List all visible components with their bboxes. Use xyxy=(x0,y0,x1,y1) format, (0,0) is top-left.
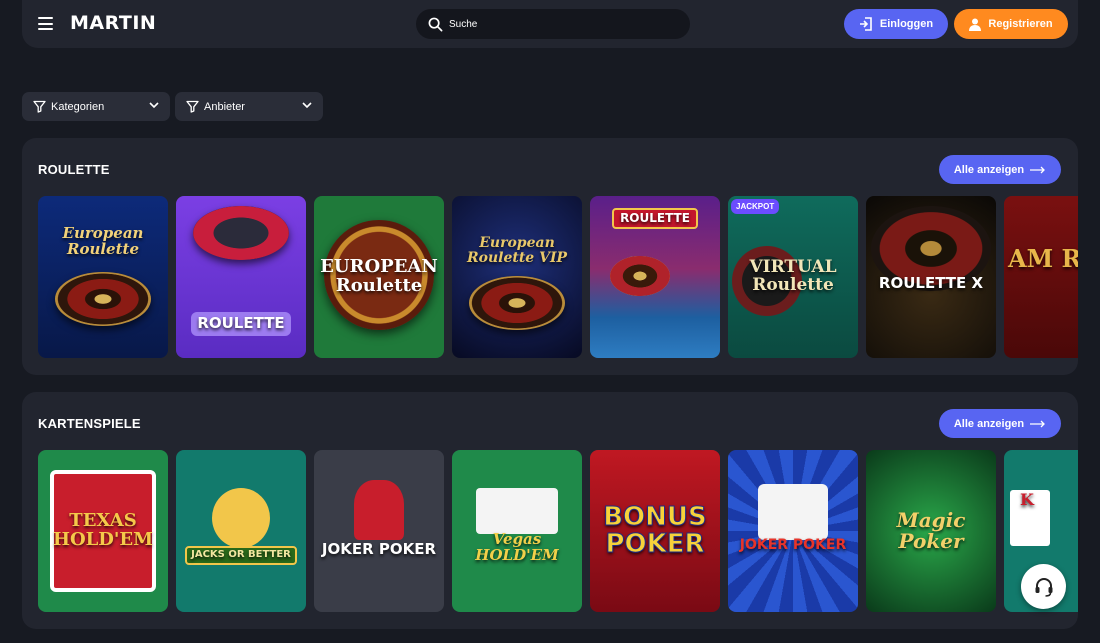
game-tile[interactable]: ROULETTE X xyxy=(866,196,996,358)
game-title: Magic Poker xyxy=(896,508,966,553)
logo-text: MARTIN xyxy=(70,12,157,34)
register-button[interactable]: Registrieren xyxy=(954,9,1068,39)
game-tile[interactable]: Vegas HOLD'EM xyxy=(452,450,582,612)
site-logo[interactable]: MARTIN xyxy=(70,12,156,34)
section-title: ROULETTE xyxy=(38,162,110,177)
game-title: TEXAS HOLD'EM xyxy=(52,510,154,550)
filter-icon xyxy=(186,100,199,113)
show-all-label: Alle anzeigen xyxy=(953,163,1025,176)
game-title: ROULETTE xyxy=(191,312,291,336)
game-title: JOKER POKER xyxy=(739,537,847,553)
game-tile[interactable]: JACKS OR BETTER xyxy=(176,450,306,612)
headset-icon xyxy=(1035,577,1052,597)
game-title: BONUS POKER xyxy=(603,501,708,559)
arrow-right-icon xyxy=(1030,420,1046,427)
filter-categories-label: Kategorien xyxy=(51,100,105,113)
show-all-label: Alle anzeigen xyxy=(953,417,1025,430)
section-roulette: ROULETTE Alle anzeigen European Roulette… xyxy=(22,138,1078,375)
login-label: Einloggen xyxy=(879,18,934,30)
section-title: KARTENSPIELE xyxy=(38,416,141,431)
arrow-right-icon xyxy=(1030,166,1046,173)
login-icon xyxy=(859,17,872,31)
chevron-down-icon xyxy=(302,102,312,109)
jackpot-badge: JACKPOT xyxy=(731,199,780,214)
game-tile[interactable]: ROULETTE xyxy=(176,196,306,358)
top-header: MARTIN Einloggen Registrieren xyxy=(22,0,1078,48)
menu-icon[interactable] xyxy=(38,17,53,30)
game-tile[interactable]: BONUS POKER xyxy=(590,450,720,612)
game-title: European Roulette xyxy=(62,224,144,258)
game-tile[interactable]: European Roulette xyxy=(38,196,168,358)
game-tile[interactable]: JOKER POKER xyxy=(728,450,858,612)
game-title: K xyxy=(1020,490,1034,509)
game-title: European Roulette VIP xyxy=(466,235,568,266)
game-title: VIRTUAL Roulette xyxy=(749,257,837,295)
game-row: European Roulette ROULETTE EUROPEAN Roul… xyxy=(38,196,1078,358)
game-title: Vegas HOLD'EM xyxy=(475,530,559,564)
game-title: JACKS OR BETTER xyxy=(185,546,297,565)
game-title: EUROPEAN Roulette xyxy=(320,256,438,296)
show-all-button[interactable]: Alle anzeigen xyxy=(939,155,1061,184)
register-label: Registrieren xyxy=(988,18,1053,30)
user-icon xyxy=(969,18,982,31)
show-all-button[interactable]: Alle anzeigen xyxy=(939,409,1061,438)
game-title: AM Rou xyxy=(1008,244,1078,273)
support-chat-button[interactable] xyxy=(1021,564,1066,609)
game-tile[interactable]: European Roulette VIP xyxy=(452,196,582,358)
filter-providers[interactable]: Anbieter xyxy=(175,92,323,121)
game-tile[interactable]: Magic Poker xyxy=(866,450,996,612)
search-icon xyxy=(428,17,443,31)
game-tile[interactable]: JOKER POKER xyxy=(314,450,444,612)
game-title: ROULETTE xyxy=(612,208,698,229)
game-tile[interactable]: EUROPEAN Roulette xyxy=(314,196,444,358)
filter-categories[interactable]: Kategorien xyxy=(22,92,170,121)
game-tile[interactable]: JACKPOT VIRTUAL Roulette xyxy=(728,196,858,358)
game-row: TEXAS HOLD'EM JACKS OR BETTER JOKER POKE… xyxy=(38,450,1078,612)
game-title: JOKER POKER xyxy=(321,540,437,558)
search-input[interactable] xyxy=(449,18,669,30)
login-button[interactable]: Einloggen xyxy=(844,9,948,39)
section-card-games: KARTENSPIELE Alle anzeigen TEXAS HOLD'EM… xyxy=(22,392,1078,629)
search-bar[interactable] xyxy=(416,9,690,39)
game-title: ROULETTE X xyxy=(878,274,984,292)
game-tile[interactable]: ROULETTE xyxy=(590,196,720,358)
game-tile[interactable]: TEXAS HOLD'EM xyxy=(38,450,168,612)
chevron-down-icon xyxy=(149,102,159,109)
filter-providers-label: Anbieter xyxy=(204,100,245,113)
game-tile[interactable]: AM Rou xyxy=(1004,196,1078,358)
filter-icon xyxy=(33,100,46,113)
